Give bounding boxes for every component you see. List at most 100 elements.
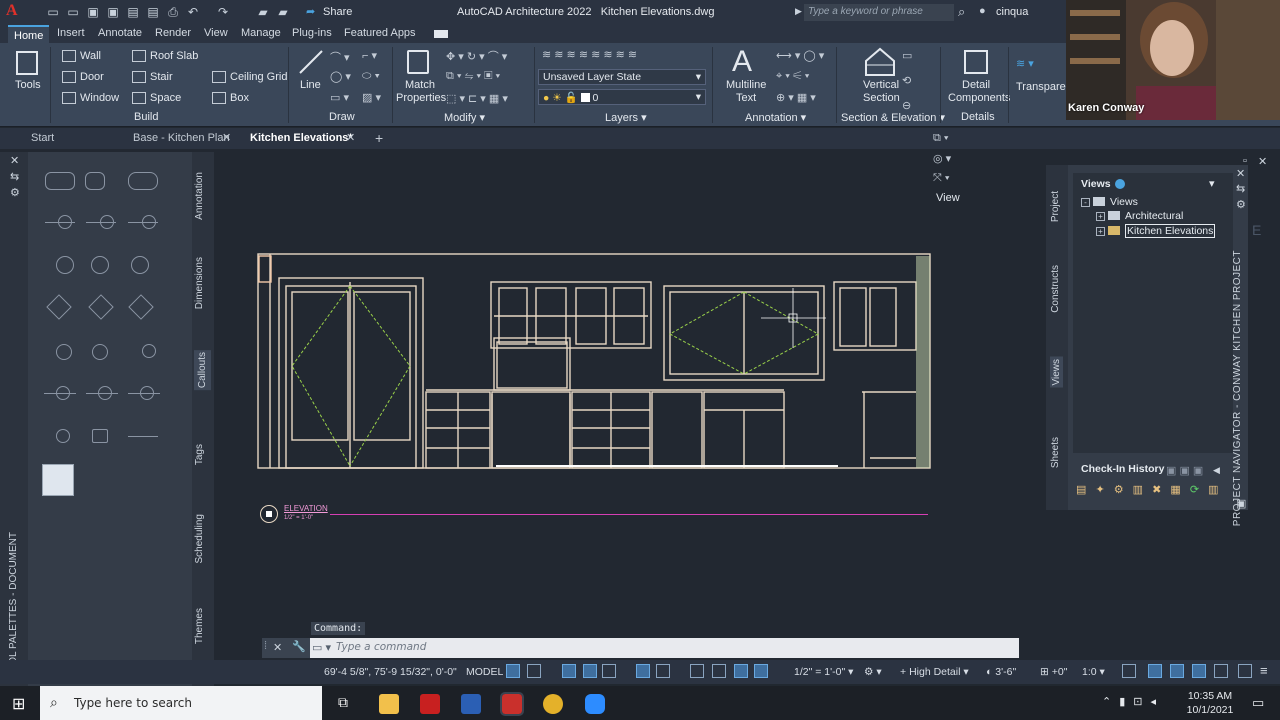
notifications-icon[interactable]: ▭ bbox=[1252, 695, 1264, 711]
section-symbol[interactable] bbox=[92, 344, 108, 360]
palette-tab-callouts[interactable]: Callouts bbox=[194, 350, 211, 391]
zoom-extents-icon[interactable]: ⤧ ▾ bbox=[933, 172, 949, 185]
elevation-symbol[interactable] bbox=[56, 256, 74, 274]
close-icon[interactable]: ✕ bbox=[273, 641, 282, 654]
table-icon[interactable]: ⊕ ▾ ▦ ▾ bbox=[776, 91, 816, 104]
expand-icon[interactable]: + bbox=[1096, 212, 1105, 221]
plot-icon[interactable]: ⎙ bbox=[166, 5, 180, 19]
tab-home[interactable]: Home bbox=[8, 25, 50, 43]
collapse-icon[interactable]: - bbox=[1081, 198, 1090, 207]
chevron-right-icon[interactable]: ▶ bbox=[795, 6, 802, 17]
callout-symbol[interactable] bbox=[45, 172, 75, 190]
cut-plane-button[interactable]: ◐ 3'-6" bbox=[986, 666, 1016, 678]
stair-button[interactable]: Stair bbox=[132, 71, 173, 84]
elevation-symbol[interactable] bbox=[128, 294, 154, 320]
chevron-down-icon[interactable]: ▾ bbox=[1209, 177, 1215, 190]
project-icon[interactable]: ▰ bbox=[256, 5, 270, 19]
workspace-icon[interactable]: ⚙ ▾ bbox=[864, 666, 882, 678]
close-tab-icon[interactable]: ✕ bbox=[222, 131, 231, 144]
tree-item-views[interactable]: - Views bbox=[1081, 196, 1138, 208]
box-button[interactable]: Box bbox=[212, 92, 249, 105]
maximize-viewport-icon[interactable] bbox=[1238, 664, 1252, 678]
view-label[interactable]: View bbox=[936, 192, 960, 204]
taskbar-search-box[interactable]: ⌕ Type here to search bbox=[40, 686, 322, 720]
layer-state-dropdown[interactable]: Unsaved Layer State ▾ bbox=[538, 69, 706, 85]
save-icon[interactable]: ▣ bbox=[86, 5, 100, 19]
annotation-visibility-icon[interactable] bbox=[734, 664, 748, 678]
share-button[interactable]: Share bbox=[323, 6, 352, 18]
match-properties-icon[interactable] bbox=[407, 50, 429, 74]
callout-symbol[interactable] bbox=[85, 172, 105, 190]
layer-tools-icon[interactable]: ≋ ≋ ≋ ≋ ≋ ≋ ≋ ≋ bbox=[542, 48, 637, 61]
open-icon[interactable]: ▭ bbox=[66, 5, 80, 19]
gear-icon[interactable]: ⚙ bbox=[1236, 198, 1246, 211]
detail-symbol[interactable] bbox=[56, 429, 70, 443]
chrome-icon[interactable] bbox=[543, 694, 563, 714]
doc-tab-base-kitchen-plan[interactable]: Base - Kitchen Plan bbox=[133, 132, 230, 144]
redo-icon[interactable]: ↷ bbox=[216, 5, 230, 19]
line-button[interactable]: Line bbox=[300, 79, 321, 91]
infer-icon[interactable] bbox=[562, 664, 576, 678]
save-as-icon[interactable]: ▣ bbox=[106, 5, 120, 19]
polyline-icon[interactable]: ⌐ ▾ bbox=[362, 49, 377, 62]
multiline-text-icon[interactable]: A bbox=[732, 45, 752, 79]
elevation-symbol[interactable] bbox=[88, 294, 114, 320]
annotation-scale-dropdown[interactable]: 1/2" = 1'-0" ▾ bbox=[794, 666, 853, 678]
kitchen-elevation-drawing[interactable] bbox=[256, 252, 932, 470]
hardware-acceleration-icon[interactable] bbox=[1148, 664, 1162, 678]
customize-icon[interactable]: 🔧 bbox=[292, 640, 306, 653]
match-button[interactable]: Match bbox=[405, 79, 435, 91]
command-input[interactable]: Type a command bbox=[336, 641, 426, 653]
check-in-history-header[interactable]: Check-In History bbox=[1081, 463, 1164, 475]
tool-palette-handle[interactable]: ✕ ⇆ ⚙ TOOL PALETTES - DOCUMENT ▣ bbox=[0, 152, 28, 690]
space-button[interactable]: Space bbox=[132, 92, 181, 105]
palette-tool-icon[interactable] bbox=[42, 464, 74, 496]
callout-symbol[interactable] bbox=[128, 172, 158, 190]
tree-item-kitchen-elevations[interactable]: + Kitchen Elevations bbox=[1096, 224, 1216, 238]
share-doc-icon[interactable]: ▰ bbox=[276, 5, 290, 19]
wall-button[interactable]: Wall bbox=[62, 50, 101, 63]
close-icon[interactable]: ✕ bbox=[10, 154, 19, 167]
project-tools-icons[interactable]: ▤ ✦ ⚙ ▥ ✖ ▦ ⟳ ▥ bbox=[1076, 483, 1221, 496]
palette-menu-icon[interactable]: ▣ bbox=[1236, 497, 1246, 510]
open-web-icon[interactable]: ▤ bbox=[126, 5, 140, 19]
file-explorer-icon[interactable] bbox=[379, 694, 399, 714]
nav-tab-sheets[interactable]: Sheets bbox=[1050, 437, 1061, 468]
clean-screen-icon[interactable] bbox=[1214, 664, 1228, 678]
window-button[interactable]: Window bbox=[62, 92, 119, 105]
tab-featured-apps[interactable]: Featured Apps bbox=[344, 27, 416, 39]
display-detail-dropdown[interactable]: + High Detail ▾ bbox=[900, 666, 969, 678]
palette-tab-themes[interactable]: Themes bbox=[194, 608, 205, 644]
elevation-offset-button[interactable]: ⊞ +0" bbox=[1040, 666, 1067, 678]
elevation-symbol[interactable] bbox=[131, 256, 149, 274]
layers-panel-title[interactable]: Layers ▾ bbox=[605, 111, 647, 124]
vertical-section-button[interactable]: Vertical bbox=[863, 79, 899, 91]
object-snap-icon[interactable] bbox=[656, 664, 670, 678]
close-tab-icon[interactable]: ✕ bbox=[346, 131, 355, 144]
grip-icon[interactable]: E bbox=[1252, 222, 1261, 238]
autohide-icon[interactable]: ⇆ bbox=[1236, 182, 1245, 195]
ortho-icon[interactable] bbox=[583, 664, 597, 678]
grip-icon[interactable]: ⁞ bbox=[264, 640, 267, 652]
section-symbol[interactable] bbox=[142, 344, 156, 358]
palette-tab-scheduling[interactable]: Scheduling bbox=[194, 514, 205, 563]
transparency-icon[interactable] bbox=[712, 664, 726, 678]
roof-slab-button[interactable]: Roof Slab bbox=[132, 50, 198, 63]
ribbon-options-icon[interactable] bbox=[434, 30, 448, 38]
doc-tab-kitchen-elevations[interactable]: Kitchen Elevations* bbox=[250, 132, 353, 144]
text-button[interactable]: Text bbox=[736, 92, 756, 104]
snap-icon[interactable] bbox=[527, 664, 541, 678]
vertical-section-icon[interactable] bbox=[864, 47, 896, 77]
copy-icon[interactable]: ⧉ ▾ ⇋ ▾ ▣ ▾ bbox=[446, 70, 500, 83]
info-icon[interactable] bbox=[1115, 179, 1125, 189]
recent-commands-icon[interactable]: ▭ ▾ bbox=[312, 641, 331, 654]
ellipse-icon[interactable]: ⬭ ▾ bbox=[362, 70, 380, 83]
windows-start-icon[interactable]: ⊞ bbox=[12, 694, 25, 714]
autohide-icon[interactable]: ⇆ bbox=[10, 170, 19, 183]
isodraft-icon[interactable] bbox=[636, 664, 650, 678]
isolate-icon[interactable] bbox=[1122, 664, 1136, 678]
line-icon[interactable] bbox=[298, 49, 324, 75]
modify-panel-title[interactable]: Modify ▾ bbox=[444, 111, 485, 124]
door-button[interactable]: Door bbox=[62, 71, 104, 84]
stretch-icon[interactable]: ⬚ ▾ ⊏ ▾ ▦ ▾ bbox=[446, 92, 508, 105]
